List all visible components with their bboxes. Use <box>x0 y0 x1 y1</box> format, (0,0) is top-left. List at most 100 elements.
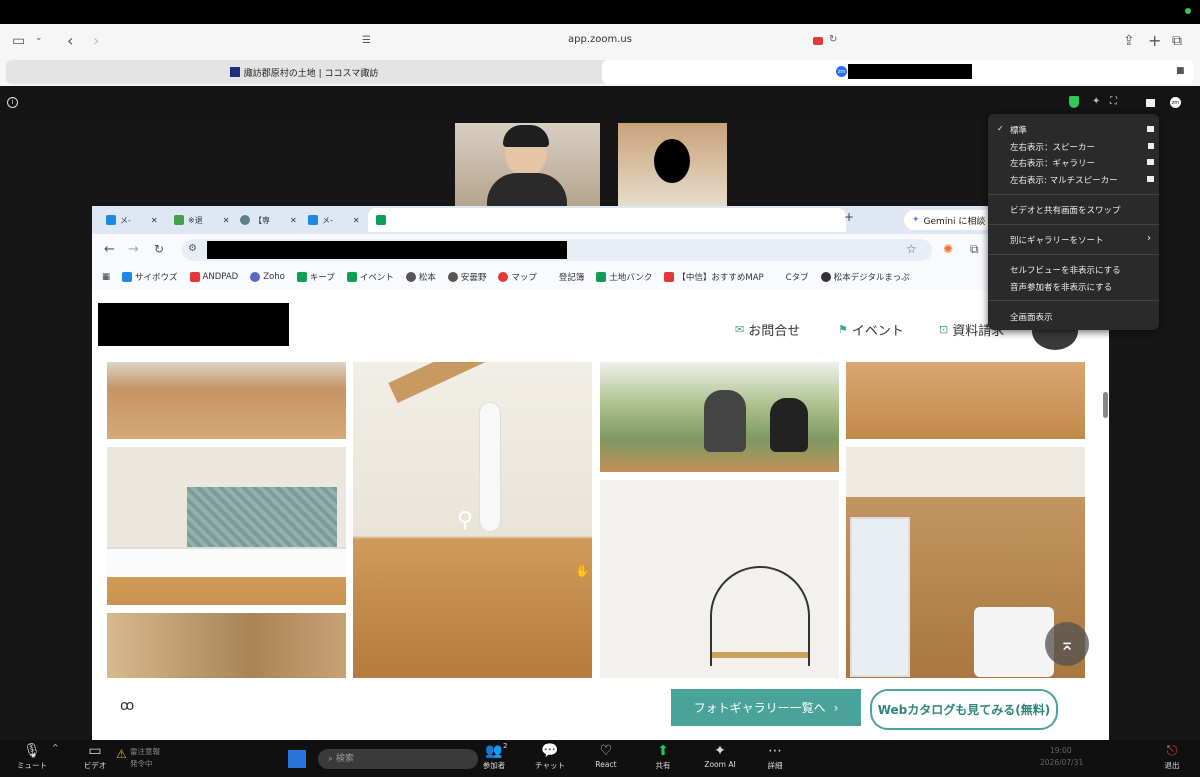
participant-video-1[interactable] <box>455 123 600 206</box>
menu-item-sort-gallery[interactable]: 別にギャラリーをソート <box>1010 234 1104 246</box>
react-label: React <box>595 760 617 769</box>
nav-event[interactable]: ⚑ イベント <box>838 320 904 339</box>
chrome-forward-icon[interactable]: → <box>128 242 139 257</box>
chevron-right-icon: › <box>1147 233 1151 244</box>
menu-item-hide-audio-participants[interactable]: 音声参加者を非表示にする <box>1010 281 1112 293</box>
back-icon[interactable]: ‹ <box>67 31 73 50</box>
chrome-tab-1[interactable]: メ- ✕ <box>106 210 158 230</box>
bookmark-item[interactable]: 土地バンク <box>596 271 652 283</box>
address-bar[interactable]: app.zoom.us <box>480 34 720 45</box>
apps-grid-icon[interactable]: ▦ <box>102 272 110 282</box>
taskbar-search[interactable]: ⌕ 検索 <box>318 749 478 769</box>
bookmark-item[interactable]: 松本 <box>405 271 436 283</box>
web-catalog-button[interactable]: Webカタログも見てみる(無料) <box>870 689 1058 730</box>
menu-item-side-multispeaker[interactable]: 左右表示: マルチスピーカー <box>1010 174 1118 186</box>
bookmark-item[interactable]: ANDPAD <box>189 272 238 282</box>
gallery-photo-closet[interactable] <box>107 613 346 678</box>
leave-button[interactable]: ⎋ 退出 <box>1152 742 1192 771</box>
share-button[interactable]: ⬆ 共有 <box>643 742 683 771</box>
scroll-to-top-button[interactable]: ⌅ <box>1045 622 1089 666</box>
info-icon[interactable]: i <box>7 97 18 108</box>
bookmark-item[interactable]: 【中信】おすすめMAP <box>664 271 764 283</box>
gallery-photo-living[interactable]: ⚲ ✋ <box>353 362 592 678</box>
gallery-photo-feet[interactable] <box>846 362 1085 439</box>
fullscreen-icon[interactable]: ⛶ <box>1110 96 1117 107</box>
gallery-photo-couple[interactable] <box>600 362 839 472</box>
zoom-magnifier-icon: ⚲ <box>457 508 474 533</box>
zoom-ai-button[interactable]: ✦ Zoom AI <box>700 742 740 769</box>
zoom-toolbar: 🎙 ミュート ^ ▭ ビデオ ⚠ 雷注意報 発令中 ⌕ 検索 👥 参加者 2 💬 チャッ… <box>0 740 1200 777</box>
mute-button[interactable]: 🎙 ミュート <box>12 742 52 771</box>
weather-title[interactable]: 雷注意報 <box>130 746 160 757</box>
gallery-photo-swing[interactable] <box>600 480 839 678</box>
new-tab-button[interactable]: + <box>844 210 854 224</box>
participants-count: 2 <box>503 742 508 750</box>
photo-gallery-button[interactable]: フォトギャラリー一覧へ › <box>671 689 861 726</box>
zoom-app-icon[interactable]: zm <box>1170 97 1181 108</box>
camera-icon[interactable]: ■ <box>1176 66 1185 76</box>
bookmark-star-icon[interactable]: ☆ <box>906 242 917 256</box>
chat-button[interactable]: 💬 チャット <box>530 742 570 771</box>
sparkle-icon: ✦ <box>714 743 726 759</box>
site-settings-icon[interactable]: ⚙ <box>188 243 197 254</box>
chrome-tab-3[interactable]: 【専 ✕ <box>240 210 297 230</box>
windows-start-icon[interactable] <box>288 750 306 768</box>
menu-item-side-speaker[interactable]: 左右表示：スピーカー <box>1010 141 1095 153</box>
menu-item-standard[interactable]: 標準 <box>1010 124 1027 136</box>
video-button[interactable]: ▭ ビデオ <box>75 742 115 771</box>
bookmark-item[interactable]: マップ <box>498 271 537 283</box>
participants-button[interactable]: 👥 参加者 <box>474 742 514 771</box>
menu-item-hide-self-view[interactable]: セルフビューを非表示にする <box>1010 264 1121 276</box>
tabs-overview-icon[interactable]: ⧉ <box>1172 33 1182 49</box>
extensions-puzzle-icon[interactable]: ⧉ <box>970 242 979 257</box>
flag-icon: ⚑ <box>838 323 848 336</box>
ai-sparkle-icon[interactable]: ✦ <box>1092 96 1100 107</box>
participant-video-2[interactable] <box>618 123 727 206</box>
blurred-face <box>654 139 690 183</box>
bookmark-item[interactable]: 登記簿 <box>559 271 585 283</box>
menu-divider <box>988 254 1159 255</box>
extension-icon[interactable]: ✺ <box>943 242 953 256</box>
share-icon[interactable]: ⇪ <box>1123 33 1135 49</box>
bookmark-item[interactable]: サイボウズ <box>122 271 178 283</box>
window <box>850 517 910 677</box>
bookmark-item[interactable]: 安曇野 <box>447 271 486 283</box>
page-scrollbar[interactable] <box>1103 392 1108 418</box>
view-menu: ✓ 標準 左右表示：スピーカー 左右表示：ギャラリー 左右表示: マルチスピーカ… <box>988 114 1159 330</box>
sidebar-toggle-icon[interactable]: ▭ <box>12 33 25 49</box>
bookmark-item[interactable]: キープ <box>296 271 335 283</box>
chrome-reload-icon[interactable]: ↻ <box>154 242 164 256</box>
react-button[interactable]: ♡ React <box>586 742 626 769</box>
gallery-photo-washroom[interactable] <box>107 447 346 605</box>
safari-tab-1[interactable]: 諏訪郡原村の土地 | ココスマ諏訪 <box>6 60 602 84</box>
chevron-down-icon[interactable]: ⌄ <box>35 33 43 43</box>
mute-label: ミュート <box>17 761 47 770</box>
bookmark-item[interactable]: イベント <box>346 271 394 283</box>
nav-contact[interactable]: ✉ お問合せ <box>735 320 800 339</box>
more-button[interactable]: ⋯ 詳細 <box>755 742 795 771</box>
gallery-photo-floor[interactable] <box>107 362 346 439</box>
chrome-back-icon[interactable]: ← <box>104 242 115 257</box>
chevron-up-icon[interactable]: ^ <box>52 743 59 752</box>
menu-item-fullscreen[interactable]: 全画面表示 <box>1010 311 1053 323</box>
chrome-tab-2[interactable]: ※退 ✕ <box>174 210 229 230</box>
shared-screen[interactable]: メ- ✕ ※退 ✕ 【専 ✕ メ- ✕ + ✦ Gemini に相談 ← → ↻ ⚙ ☆ … <box>92 206 1109 740</box>
tripadvisor-icon[interactable]: ꝏ <box>120 698 134 714</box>
menu-item-swap-video[interactable]: ビデオと共有画面をスワップ <box>1010 204 1121 216</box>
chrome-tab-4[interactable]: メ- ✕ <box>308 210 360 230</box>
view-layout-icon[interactable] <box>1146 99 1155 107</box>
forward-icon[interactable]: › <box>93 31 99 50</box>
chrome-active-tab[interactable] <box>368 208 846 232</box>
share-screen-icon: ⬆ <box>657 743 669 759</box>
redacted-tab-title <box>848 64 972 79</box>
clock-date: 2026/07/31 <box>1040 758 1084 767</box>
bookmark-item[interactable]: 松本デジタルまっぷ <box>820 271 910 283</box>
web-catalog-button-label: Webカタログも見てみる(無料) <box>877 703 1051 717</box>
washing-machine <box>974 607 1054 677</box>
bookmark-item[interactable]: Cタブ <box>786 271 809 283</box>
menu-item-side-gallery[interactable]: 左右表示：ギャラリー <box>1010 157 1095 169</box>
bookmark-item[interactable]: Zoho <box>250 272 285 282</box>
reader-icon[interactable]: ☰ <box>362 35 371 46</box>
new-tab-icon[interactable]: + <box>1148 31 1161 50</box>
reload-icon[interactable]: ↻ <box>829 34 837 45</box>
